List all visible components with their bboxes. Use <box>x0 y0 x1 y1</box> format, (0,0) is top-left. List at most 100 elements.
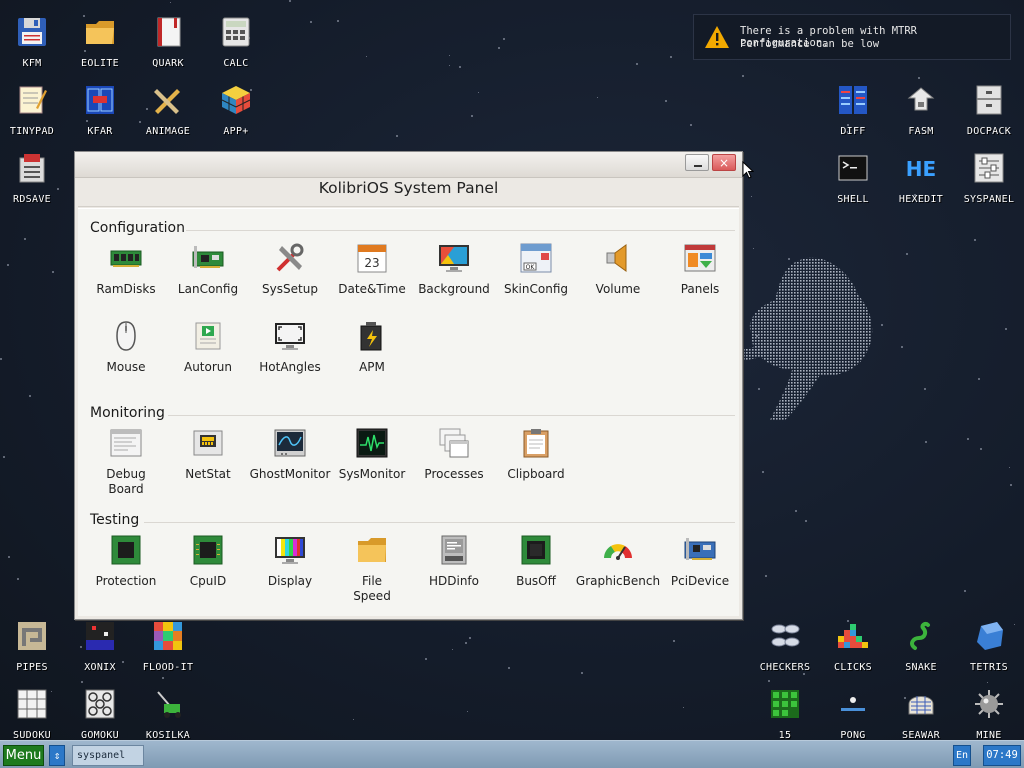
item-apm[interactable]: APM <box>331 320 413 390</box>
desktop-icon-sudoku[interactable]: SUDOKU <box>0 680 64 740</box>
close-button[interactable]: × <box>712 154 736 171</box>
taskbar-item-syspanel[interactable]: syspanel <box>72 745 144 766</box>
item-label: GhostMonitor <box>249 467 331 481</box>
desktop-icon-flood-it[interactable]: FLOOD-IT <box>136 612 200 676</box>
section-divider <box>186 230 735 231</box>
item-label: GraphicBench <box>575 574 661 588</box>
system-monitor-icon <box>356 428 388 458</box>
desktop-icon-diff[interactable]: DIFF <box>821 76 885 140</box>
desktop-icon-label: XONIX <box>84 662 116 673</box>
item-display[interactable]: Display <box>249 534 331 604</box>
item-protection[interactable]: Protection <box>85 534 167 604</box>
star <box>980 448 982 450</box>
desktop-icon-tinypad[interactable]: TINYPAD <box>0 76 64 140</box>
desktop-icon-tetris[interactable]: TETRIS <box>957 612 1021 676</box>
desktop-icon-pipes[interactable]: PIPES <box>0 612 64 676</box>
desktop-icon-calc[interactable]: CALC <box>204 8 268 72</box>
star <box>478 92 479 93</box>
item-label: Protection <box>95 574 157 588</box>
item-ramdisks[interactable]: RamDisks <box>85 242 167 312</box>
panels-icon <box>684 244 716 272</box>
item-label: Date&Time <box>338 282 406 296</box>
item-pcidevice[interactable]: PciDevice <box>659 534 741 604</box>
window-titlebar[interactable]: × <box>75 152 742 178</box>
star <box>906 253 908 255</box>
item-panels[interactable]: Panels <box>659 242 741 312</box>
desktop-icon-label: SEAWAR <box>902 730 940 740</box>
item-date-time[interactable]: 23 Date&Time <box>331 242 413 312</box>
menu-button[interactable]: Menu <box>3 745 44 766</box>
debug-board-icon <box>110 429 142 457</box>
desktop-icon-fasm[interactable]: FASM <box>889 76 953 140</box>
desktop-icon-label: KFAR <box>87 126 113 137</box>
star <box>765 575 767 577</box>
star <box>449 55 450 56</box>
star <box>17 578 19 580</box>
desktop-icon-quark[interactable]: QUARK <box>136 8 200 72</box>
item-label: Autorun <box>183 360 232 374</box>
desktop-icon-checkers[interactable]: CHECKERS <box>753 612 817 676</box>
mtrr-warning-notification[interactable]: There is a problem with MTRR configurati… <box>693 14 1011 60</box>
item-skinconfig[interactable]: OK SkinConfig <box>495 242 577 312</box>
cpu-chip-icon <box>111 535 141 565</box>
star <box>636 63 638 65</box>
desktop-icon-rdsave[interactable]: RDSAVE <box>0 144 64 208</box>
star <box>974 239 976 241</box>
desktop-icon-pong[interactable]: PONG <box>821 680 885 740</box>
desktop-icon-docpack[interactable]: DOCPACK <box>957 76 1021 140</box>
item-debug-board[interactable]: Debug Board <box>85 427 167 497</box>
item-background[interactable]: Background <box>413 242 495 312</box>
item-graphicbench[interactable]: GraphicBench <box>576 534 660 604</box>
item-lanconfig[interactable]: LanConfig <box>167 242 249 312</box>
desktop-icon-mine[interactable]: MINE <box>957 680 1021 740</box>
desktop-icon-kfm[interactable]: KFM <box>0 8 64 72</box>
item-cpuid[interactable]: CpuID <box>167 534 249 604</box>
item-label: APM <box>359 360 385 374</box>
desktop-icon-snake[interactable]: SNAKE <box>889 612 953 676</box>
pci-card-icon <box>684 538 716 560</box>
item-busoff[interactable]: BusOff <box>495 534 577 604</box>
item-syssetup[interactable]: SysSetup <box>249 242 331 312</box>
network-card-icon <box>192 246 224 268</box>
star <box>289 0 291 2</box>
desktop-icon-gomoku[interactable]: GOMOKU <box>68 680 132 740</box>
mouse-icon <box>116 321 136 351</box>
item-label: NetStat <box>185 467 231 481</box>
minimize-button[interactable] <box>685 154 709 171</box>
item-label: SysSetup <box>262 282 318 296</box>
star <box>366 56 367 57</box>
item-hotangles[interactable]: HotAngles <box>249 320 331 390</box>
desktop-icon-shell[interactable]: SHELL <box>821 144 885 208</box>
item-netstat[interactable]: NetStat <box>167 427 249 497</box>
item-clipboard[interactable]: Clipboard <box>495 427 577 497</box>
desktop-icon-hexedit[interactable]: HE HEXEDIT <box>889 144 953 208</box>
star <box>310 21 312 23</box>
desktop-icon-app-plus[interactable]: APP+ <box>204 76 268 140</box>
window-switch-button[interactable]: ⇕ <box>49 745 65 766</box>
desktop-icon-fifteen[interactable]: 15 <box>753 680 817 740</box>
star <box>924 388 926 390</box>
item-ghostmonitor[interactable]: GhostMonitor <box>249 427 331 497</box>
star <box>795 510 797 512</box>
keyboard-layout-indicator[interactable]: En <box>953 745 971 766</box>
item-sysmonitor[interactable]: SysMonitor <box>331 427 413 497</box>
item-file-speed[interactable]: File Speed <box>331 534 413 604</box>
desktop-icon-xonix[interactable]: XONIX <box>68 612 132 676</box>
item-autorun[interactable]: Autorun <box>167 320 249 390</box>
star <box>396 135 398 137</box>
star <box>467 711 468 712</box>
desktop-icon-seawar[interactable]: SEAWAR <box>889 680 953 740</box>
item-volume[interactable]: Volume <box>577 242 659 312</box>
calendar-day: 23 <box>364 256 379 270</box>
desktop-icon-kfar[interactable]: KFAR <box>68 76 132 140</box>
desktop-icon-syspanel[interactable]: SYSPANEL <box>957 144 1021 208</box>
clock[interactable]: 07:49 <box>983 745 1021 766</box>
item-mouse[interactable]: Mouse <box>85 320 167 390</box>
desktop-icon-animage[interactable]: ANIMAGE <box>136 76 200 140</box>
item-processes[interactable]: Processes <box>413 427 495 497</box>
desktop-icon-eolite[interactable]: EOLITE <box>68 8 132 72</box>
seawar-icon <box>908 696 934 715</box>
desktop-icon-kosilka[interactable]: KOSILKA <box>136 680 200 740</box>
item-hddinfo[interactable]: HDDinfo <box>413 534 495 604</box>
desktop-icon-clicks[interactable]: CLICKS <box>821 612 885 676</box>
